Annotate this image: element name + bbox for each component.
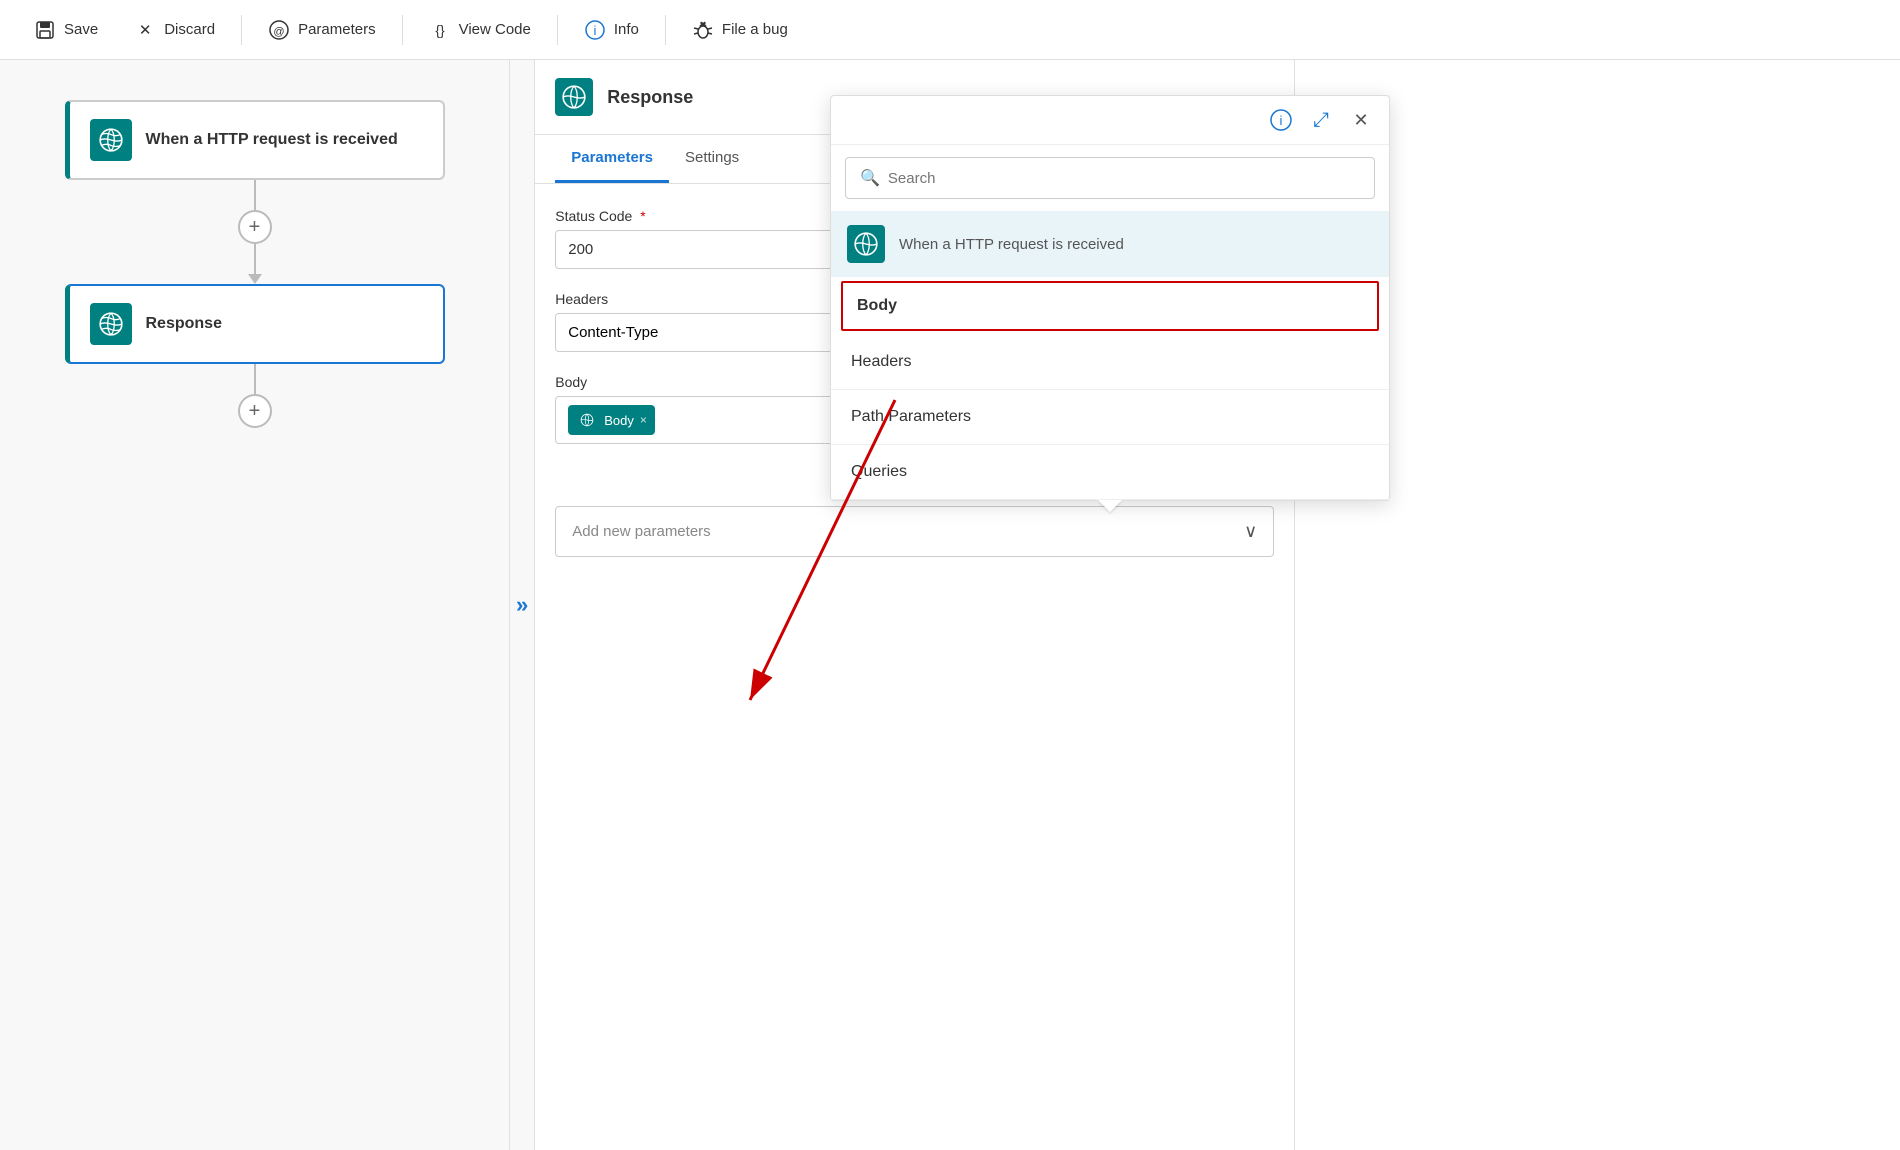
divider-4 — [665, 15, 666, 45]
dropdown-item-queries[interactable]: Queries — [831, 445, 1389, 500]
svg-text:{}: {} — [435, 22, 445, 38]
connector-line-3 — [254, 364, 256, 394]
required-indicator: * — [640, 208, 645, 224]
save-button[interactable]: Save — [20, 11, 112, 49]
info-button[interactable]: i Info — [570, 11, 653, 49]
parameters-button[interactable]: @ Parameters — [254, 11, 390, 49]
save-icon — [34, 19, 56, 41]
file-bug-button[interactable]: File a bug — [678, 11, 802, 49]
response-title: Response — [607, 87, 693, 108]
add-params-dropdown[interactable]: Add new parameters ∨ — [555, 506, 1274, 557]
connector-line-1 — [254, 180, 256, 210]
divider-3 — [557, 15, 558, 45]
save-label: Save — [64, 21, 98, 38]
chevron-down-icon: ∨ — [1244, 521, 1257, 542]
token-icon — [576, 409, 598, 431]
response-header-globe-icon — [561, 84, 587, 110]
trigger-node-icon — [90, 119, 132, 161]
response-header-icon — [555, 78, 593, 116]
info-icon: i — [584, 19, 606, 41]
info-label: Info — [614, 21, 639, 38]
trigger-node[interactable]: When a HTTP request is received — [65, 100, 445, 180]
bug-icon — [692, 19, 714, 41]
trigger-node-label: When a HTTP request is received — [146, 130, 398, 151]
view-code-label: View Code — [459, 21, 531, 38]
tab-settings[interactable]: Settings — [669, 135, 755, 183]
svg-text:i: i — [1280, 113, 1283, 128]
response-node-icon — [90, 303, 132, 345]
view-code-button[interactable]: {} View Code — [415, 11, 545, 49]
parameters-icon: @ — [268, 19, 290, 41]
dropdown-info-icon[interactable]: i — [1267, 106, 1295, 134]
dropdown-trigger-label: When a HTTP request is received — [899, 236, 1124, 253]
flow-canvas: When a HTTP request is received + Respon… — [0, 60, 510, 1150]
body-token-label: Body — [604, 413, 634, 428]
discard-button[interactable]: ✕ Discard — [120, 11, 229, 49]
divider-1 — [241, 15, 242, 45]
divider-2 — [402, 15, 403, 45]
discard-label: Discard — [164, 21, 215, 38]
dropdown-item-body[interactable]: Body — [841, 281, 1379, 331]
tab-parameters[interactable]: Parameters — [555, 135, 669, 183]
body-token-close[interactable]: × — [640, 413, 647, 427]
search-box: 🔍 — [845, 157, 1375, 199]
search-input[interactable] — [888, 170, 1360, 187]
connector-line-2 — [254, 244, 256, 274]
dropdown-globe-icon — [853, 231, 879, 257]
dropdown-item-headers[interactable]: Headers — [831, 335, 1389, 390]
response-node[interactable]: Response — [65, 284, 445, 364]
dropdown-top-bar: i ⤢ ✕ — [831, 96, 1389, 145]
dropdown-close-icon[interactable]: ✕ — [1347, 106, 1375, 134]
toolbar: Save ✕ Discard @ Parameters {} View Code… — [0, 0, 1900, 60]
add-step-button-1[interactable]: + — [238, 210, 272, 244]
discard-icon: ✕ — [134, 19, 156, 41]
globe-icon — [98, 127, 124, 153]
svg-text:i: i — [593, 23, 596, 38]
file-bug-label: File a bug — [722, 21, 788, 38]
connector-2: + — [238, 364, 272, 428]
add-params-label: Add new parameters — [572, 523, 710, 540]
dropdown-trigger-row[interactable]: When a HTTP request is received — [831, 211, 1389, 277]
search-icon: 🔍 — [860, 168, 880, 188]
main-area: When a HTTP request is received + Respon… — [0, 60, 1900, 1150]
connector-arrow-1 — [248, 274, 262, 284]
dropdown-expand-icon[interactable]: ⤢ — [1307, 106, 1335, 134]
dropdown-item-path-parameters[interactable]: Path Parameters — [831, 390, 1389, 445]
expand-arrow[interactable]: » — [510, 60, 535, 1150]
add-step-button-2[interactable]: + — [238, 394, 272, 428]
response-globe-icon — [98, 311, 124, 337]
svg-text:@: @ — [273, 26, 284, 38]
response-node-label: Response — [146, 314, 222, 335]
parameters-label: Parameters — [298, 21, 376, 38]
dropdown-panel: i ⤢ ✕ 🔍 When a HTTP request is received — [830, 95, 1390, 501]
dropdown-tail — [1098, 500, 1122, 512]
view-code-icon: {} — [429, 19, 451, 41]
connector-1: + — [238, 180, 272, 284]
token-globe-icon — [580, 413, 594, 427]
dropdown-trigger-icon — [847, 225, 885, 263]
body-token-chip: Body × — [568, 405, 655, 435]
